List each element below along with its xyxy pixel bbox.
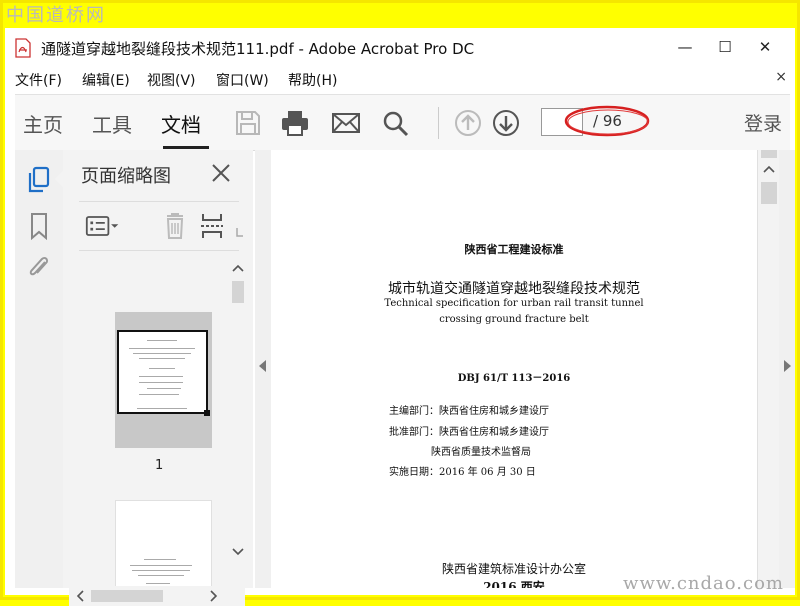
- thumbnails-panel-title: 页面缩略图: [81, 166, 171, 187]
- tab-document[interactable]: 文档: [161, 109, 201, 138]
- email-icon[interactable]: [331, 109, 361, 137]
- doc-title-en-line2: crossing ground fracture belt: [439, 314, 589, 325]
- doc-code: DBJ 61/T 113－2016: [457, 373, 571, 384]
- print-icon[interactable]: [280, 109, 310, 137]
- scroll-left-icon[interactable]: [75, 590, 85, 602]
- red-highlight-ellipse: [564, 105, 650, 137]
- doc-editor-dept: 主编部门：陕西省住房和城乡建设厅: [389, 406, 549, 417]
- active-tab-indicator: [163, 146, 209, 149]
- thumbnail-tools: [63, 202, 253, 248]
- doc-title-cn: 城市轨道交通隧道穿越地裂缝段技术规范: [388, 281, 640, 297]
- doc-scroll-up-icon[interactable]: [763, 164, 775, 174]
- minimize-button[interactable]: —: [665, 32, 705, 62]
- page-thumbnails-icon[interactable]: [26, 166, 52, 194]
- thumbnails-panel: 页面缩略图 1: [55, 150, 253, 606]
- doc-effective-date: 实施日期：2016 年 06 月 30 日: [389, 467, 536, 478]
- doc-header: 陕西省工程建设标准: [464, 243, 564, 256]
- tab-home[interactable]: 主页: [23, 109, 63, 138]
- thumbnail-page-1[interactable]: [115, 312, 212, 448]
- search-icon[interactable]: [381, 109, 411, 137]
- options-menu-icon[interactable]: [85, 212, 121, 240]
- delete-page-icon[interactable]: [157, 212, 193, 240]
- panel-pointer: [55, 170, 64, 188]
- menu-file[interactable]: 文件(F): [15, 70, 62, 90]
- window-title: 通隧道穿越地裂缝段技术规范111.pdf - Adobe Acrobat Pro…: [41, 40, 475, 58]
- insert-pages-icon[interactable]: [197, 212, 233, 240]
- collapse-left-icon[interactable]: [259, 360, 266, 372]
- scroll-down-icon[interactable]: [232, 547, 244, 557]
- next-page-icon[interactable]: [491, 109, 521, 137]
- doc-approval-dept-2: 陕西省质量技术监督局: [431, 447, 531, 458]
- menu-edit[interactable]: 编辑(E): [82, 70, 130, 90]
- thumbnails-horizontal-scrollbar[interactable]: [69, 586, 245, 606]
- right-pane-splitter[interactable]: [779, 150, 795, 588]
- thumbnail-page-2[interactable]: [115, 500, 212, 590]
- bookmark-icon[interactable]: [26, 212, 52, 240]
- title-bar: 通隧道穿越地裂缝段技术规范111.pdf - Adobe Acrobat Pro…: [5, 28, 795, 66]
- menu-window[interactable]: 窗口(W): [216, 70, 269, 90]
- navigation-rail: [15, 150, 64, 588]
- main-toolbar: 主页 工具 文档 / 96 登录: [15, 94, 790, 151]
- watermark-url: www.cndao.com: [623, 573, 784, 594]
- close-document-button[interactable]: ×: [775, 69, 787, 85]
- attachment-icon[interactable]: [26, 254, 52, 282]
- close-window-button[interactable]: ✕: [745, 32, 785, 62]
- thumbnails-hscroll-thumb[interactable]: [91, 590, 163, 602]
- thumbnail-page-1-label: 1: [155, 458, 164, 473]
- previous-page-icon[interactable]: [453, 109, 483, 137]
- document-scroll-track-top: [761, 150, 777, 158]
- menu-help[interactable]: 帮助(H): [288, 70, 337, 90]
- watermark-logo: 中国道桥网: [6, 5, 106, 26]
- scroll-up-icon[interactable]: [232, 263, 244, 273]
- tab-tools[interactable]: 工具: [92, 109, 132, 138]
- document-page: 陕西省工程建设标准 城市轨道交通隧道穿越地裂缝段技术规范 Technical s…: [271, 150, 757, 588]
- thumbnail-page-1-selection: [117, 330, 210, 416]
- thumbnails-scroll-thumb[interactable]: [232, 281, 244, 303]
- thumbnail-resize-handle[interactable]: [204, 410, 210, 416]
- expand-right-icon[interactable]: [784, 360, 791, 372]
- doc-approval-dept: 批准部门：陕西省住房和城乡建设厅: [389, 427, 549, 438]
- panel-divider-lower: [79, 250, 239, 251]
- document-scroll-thumb[interactable]: [761, 182, 777, 204]
- login-button[interactable]: 登录: [744, 109, 782, 136]
- pdf-file-icon: [15, 38, 31, 58]
- menu-bar: 文件(F) 编辑(E) 视图(V) 窗口(W) 帮助(H) ×: [5, 66, 795, 92]
- doc-title-en-line1: Technical specification for urban rail t…: [384, 298, 644, 309]
- menu-view[interactable]: 视图(V): [147, 70, 196, 90]
- left-pane-splitter[interactable]: [255, 150, 271, 588]
- save-icon[interactable]: [233, 109, 263, 137]
- thumbnails-vertical-scrollbar[interactable]: [228, 259, 248, 564]
- maximize-button[interactable]: ☐: [705, 32, 745, 62]
- scroll-right-icon[interactable]: [209, 590, 219, 602]
- more-tools-icon[interactable]: [231, 212, 245, 240]
- toolbar-separator: [438, 107, 439, 139]
- acrobat-window: 通隧道穿越地裂缝段技术规范111.pdf - Adobe Acrobat Pro…: [5, 28, 795, 606]
- close-panel-icon[interactable]: [210, 162, 232, 184]
- document-vertical-scrollbar[interactable]: [757, 150, 780, 588]
